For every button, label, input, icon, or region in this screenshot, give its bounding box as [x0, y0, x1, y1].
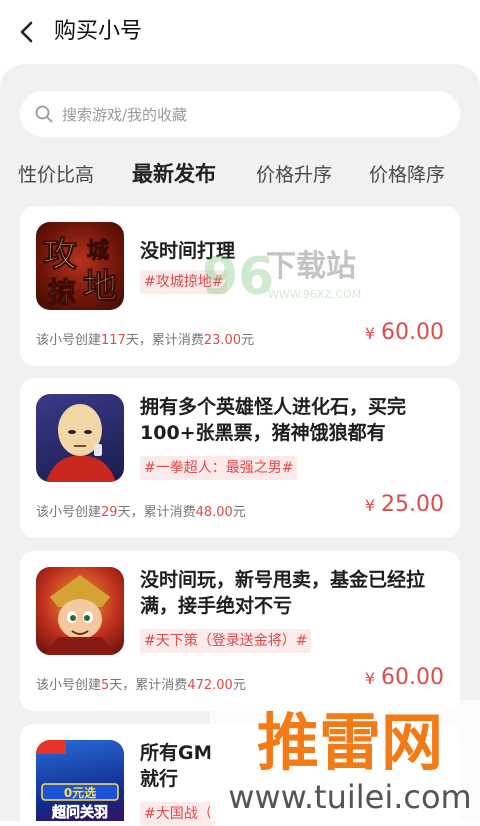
game-art: [46, 404, 116, 482]
sort-tabs: 性价比高 最新发布 价格升序 价格降序: [0, 152, 480, 196]
listing-title: 没时间玩，新号甩卖，基金已经拉满，接手绝对不亏: [140, 569, 426, 617]
listing-card[interactable]: 0元选 超问关羽 所有GM 就行 #大国战（: [20, 724, 460, 826]
game-art: 0元选 超问关羽: [36, 740, 119, 821]
icon-char: 城: [87, 238, 109, 264]
search-input[interactable]: [60, 91, 444, 139]
listing-title: 没时间打理: [140, 240, 236, 262]
game-art: [44, 575, 116, 655]
game-tag[interactable]: #大国战（: [140, 802, 216, 826]
header-bar: 购买小号: [0, 0, 480, 64]
tab-price-descending[interactable]: 价格降序: [369, 160, 445, 187]
search-bar[interactable]: [20, 91, 460, 139]
listing-card[interactable]: 攻 城 掠 地 没时间打理 #攻城掠地# 该小号创建117天，累计消费23.00…: [20, 206, 460, 366]
icon-badge: 0元选: [64, 785, 96, 800]
listing-price: ¥60.00: [364, 320, 444, 345]
listing-meta: 该小号创建29天，累计消费48.00元: [36, 505, 246, 520]
listing-card[interactable]: 拥有多个英雄怪人进化石，买完100+张黑票，猪神饿狼都有 #一拳超人：最强之男#…: [20, 378, 460, 538]
tab-price-ascending[interactable]: 价格升序: [256, 160, 332, 187]
siege-game-icon: 攻 城 掠 地: [36, 222, 124, 310]
icon-char: 掠: [48, 276, 76, 309]
back-arrow-icon[interactable]: [14, 18, 42, 46]
tab-newest[interactable]: 最新发布: [132, 158, 216, 188]
game-tag[interactable]: #攻城掠地#: [140, 270, 228, 294]
tab-value-for-money[interactable]: 性价比高: [18, 160, 94, 187]
page-title: 购买小号: [54, 19, 143, 44]
game-tag[interactable]: #一拳超人：最强之男#: [140, 456, 298, 480]
daguozhan-game-icon: 0元选 超问关羽: [36, 740, 124, 821]
game-logo: 攻 城 掠 地: [43, 235, 118, 310]
tianxiace-game-icon: [36, 567, 124, 655]
game-tag[interactable]: #天下策（登录送金将）#: [140, 629, 312, 653]
listing-price: ¥60.00: [364, 665, 444, 690]
listing-meta: 该小号创建117天，累计消费23.00元: [36, 333, 255, 348]
icon-badge: 超问关羽: [51, 804, 108, 821]
listing-title: 拥有多个英雄怪人进化石，买完100+张黑票，猪神饿狼都有: [140, 396, 407, 444]
listing-title: 所有GM 就行: [140, 742, 213, 790]
icon-char: 攻: [43, 235, 78, 275]
listing-card[interactable]: 没时间玩，新号甩卖，基金已经拉满，接手绝对不亏 #天下策（登录送金将）# 该小号…: [20, 551, 460, 711]
search-icon: [35, 105, 53, 123]
icon-char: 地: [83, 267, 117, 307]
one-punch-man-game-icon: [36, 394, 124, 482]
listing-price: ¥25.00: [364, 492, 444, 517]
listing-meta: 该小号创建5天，累计消费472.00元: [36, 678, 246, 693]
